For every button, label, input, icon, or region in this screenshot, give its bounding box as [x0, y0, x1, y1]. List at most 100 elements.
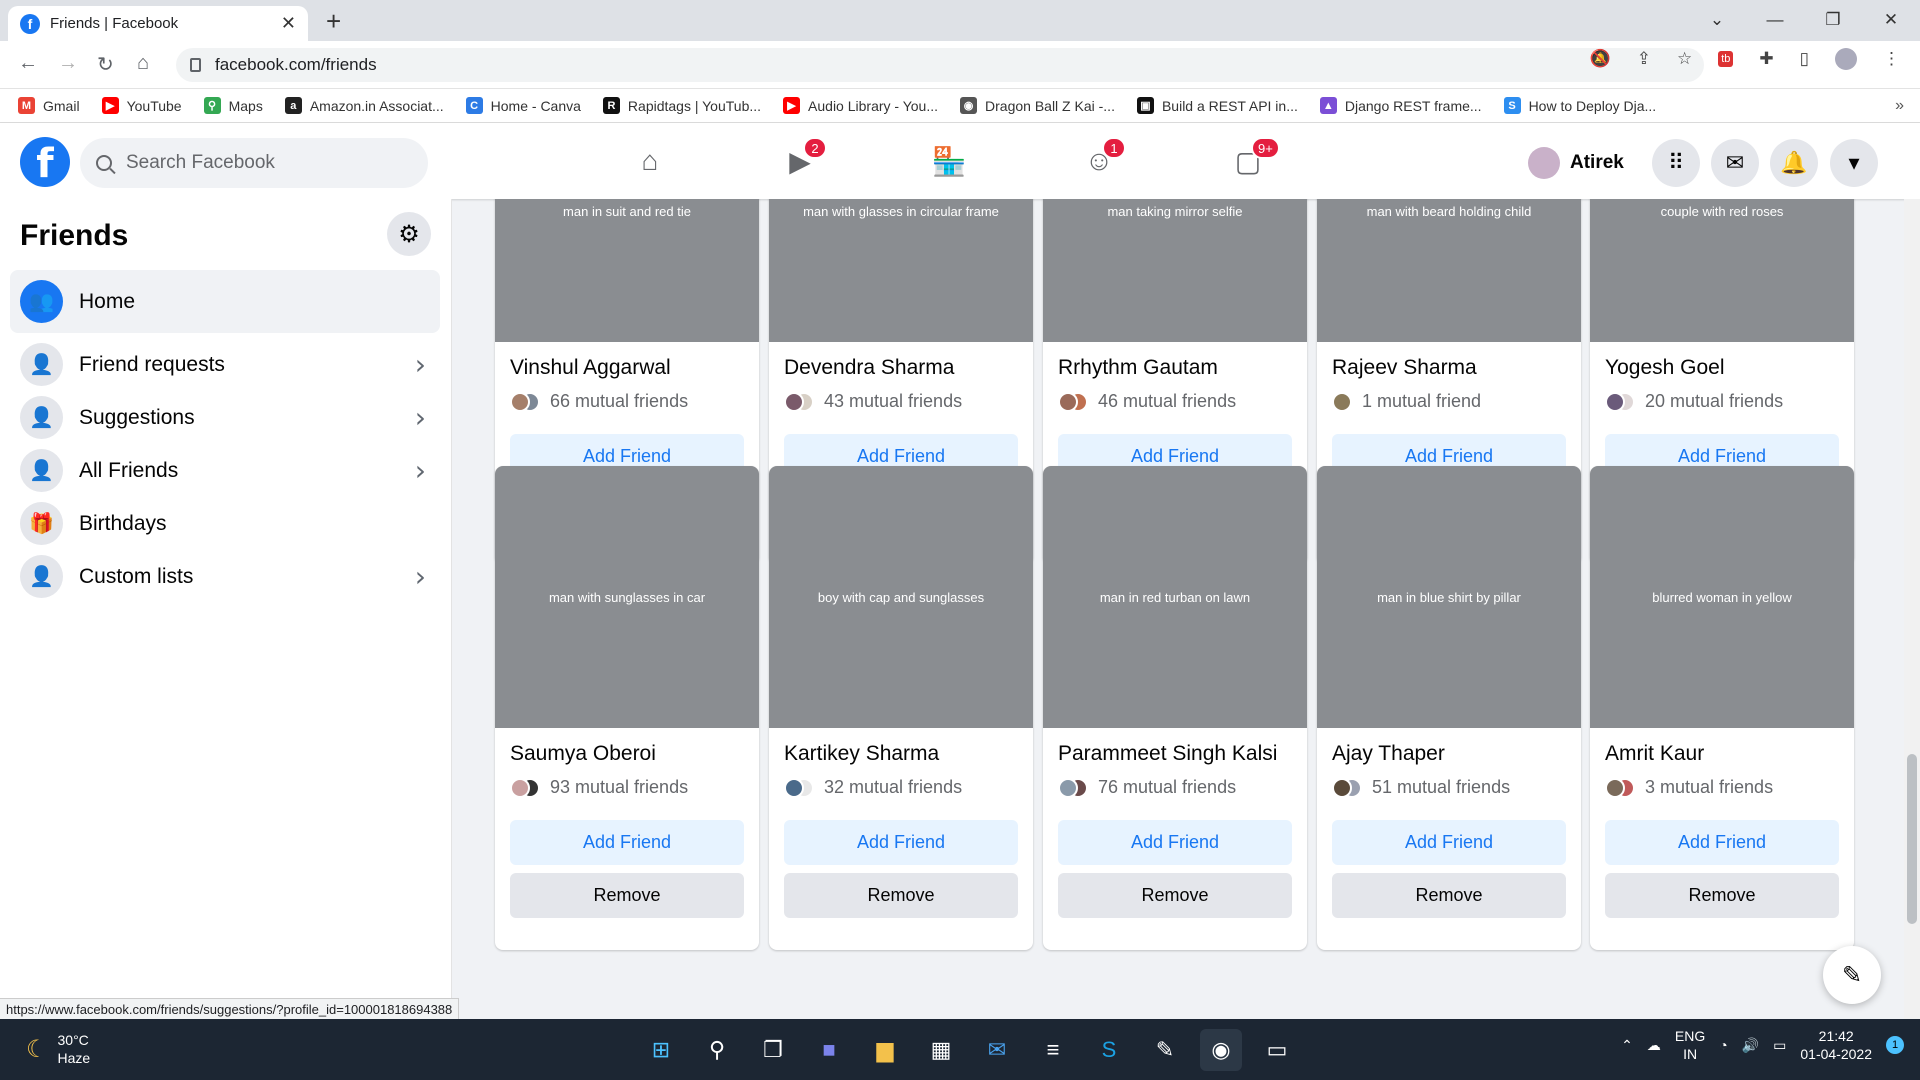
remove-button[interactable]: Remove [784, 873, 1018, 918]
mutual-friends[interactable]: 20 mutual friends [1605, 391, 1783, 412]
mutual-friends[interactable]: 3 mutual friends [1605, 777, 1773, 798]
extensions-puzzle-icon[interactable]: ✚ [1759, 49, 1773, 69]
close-tab-icon[interactable]: ✕ [281, 13, 296, 34]
mutual-friends[interactable]: 43 mutual friends [784, 391, 962, 412]
new-tab-icon[interactable]: + [326, 6, 341, 37]
minimize-icon[interactable]: — [1746, 0, 1804, 40]
mail-icon[interactable]: ✉ [976, 1029, 1018, 1071]
bookmark-item[interactable]: ◉ Dragon Ball Z Kai -... [960, 97, 1115, 114]
bookmark-item[interactable]: C Home - Canva [465, 97, 581, 114]
profile-photo[interactable]: boy with cap and sunglasses [769, 466, 1033, 728]
mutual-friends[interactable]: 76 mutual friends [1058, 777, 1236, 798]
mutual-friends[interactable]: 93 mutual friends [510, 777, 688, 798]
mutual-friends[interactable]: 46 mutual friends [1058, 391, 1236, 412]
bookmark-star-icon[interactable]: ☆ [1677, 49, 1692, 69]
friend-name[interactable]: Yogesh Goel [1605, 356, 1725, 380]
mutual-friends[interactable]: 32 mutual friends [784, 777, 962, 798]
settings-gear-icon[interactable]: ⚙ [387, 212, 431, 256]
add-friend-button[interactable]: Add Friend [784, 820, 1018, 865]
friend-card[interactable]: blurred woman in yellow Amrit Kaur 3 mutua… [1590, 466, 1854, 950]
search-icon[interactable]: ⚲ [696, 1029, 738, 1071]
side-panel-icon[interactable]: ▯ [1800, 49, 1809, 69]
url-field[interactable]: facebook.com/friends [176, 48, 1704, 82]
skype-icon[interactable]: S [1088, 1029, 1130, 1071]
marketplace-nav-icon[interactable]: 🏪 [922, 135, 976, 187]
home-icon[interactable]: ⌂ [137, 52, 149, 75]
friend-name[interactable]: Parammeet Singh Kalsi [1058, 742, 1277, 766]
tab-search-icon[interactable]: ⌄ [1688, 0, 1746, 40]
friend-name[interactable]: Vinshul Aggarwal [510, 356, 671, 380]
battery-icon[interactable]: ▭ [1773, 1037, 1786, 1054]
bookmark-item[interactable]: ⚲ Maps [203, 97, 263, 114]
bookmark-item[interactable]: M Gmail [18, 97, 80, 114]
bookmark-item[interactable]: S How to Deploy Dja... [1503, 97, 1656, 114]
onedrive-icon[interactable]: ☁ [1647, 1037, 1661, 1054]
chrome-icon[interactable]: ◉ [1200, 1029, 1242, 1071]
start-windows-icon[interactable]: ⊞ [640, 1029, 682, 1071]
notification-count-icon[interactable]: 1 [1886, 1036, 1904, 1054]
terminal-icon[interactable]: ▭ [1256, 1029, 1298, 1071]
friend-name[interactable]: Saumya Oberoi [510, 742, 656, 766]
bookmark-item[interactable]: ▲ Django REST frame... [1319, 97, 1482, 114]
groups-nav-icon[interactable]: ☺ 1 [1072, 135, 1126, 187]
add-friend-button[interactable]: Add Friend [1058, 820, 1292, 865]
task-view-icon[interactable]: ❐ [752, 1029, 794, 1071]
file-explorer-icon[interactable]: ▆ [864, 1029, 906, 1071]
profile-photo[interactable]: man with glasses in circular frame [769, 199, 1033, 342]
new-message-compose-icon[interactable]: ✎ [1823, 946, 1881, 1004]
bookmark-item[interactable]: R Rapidtags | YouTub... [602, 97, 761, 114]
profile-shortcut[interactable]: Atirek [1528, 143, 1624, 183]
mutual-friends[interactable]: 51 mutual friends [1332, 777, 1510, 798]
account-dropdown-icon[interactable]: ▾ [1830, 139, 1878, 187]
profile-photo[interactable]: man with sunglasses in car [495, 466, 759, 728]
profile-photo[interactable]: couple with red roses [1590, 199, 1854, 342]
bookmark-item[interactable]: a Amazon.in Associat... [284, 97, 444, 114]
sidebar-item-home[interactable]: 👥 Home [10, 270, 440, 333]
back-icon[interactable]: ← [18, 52, 38, 75]
profile-photo[interactable]: man in blue shirt by pillar [1317, 466, 1581, 728]
weather-widget[interactable]: ☾ 30°C Haze [26, 1031, 90, 1067]
notepad-icon[interactable]: ✎ [1144, 1029, 1186, 1071]
notifications-blocked-icon[interactable]: 🔕 [1590, 49, 1611, 69]
volume-icon[interactable]: 🔊 [1742, 1037, 1759, 1054]
friend-card[interactable]: boy with cap and sunglasses Kartikey Shar… [769, 466, 1033, 950]
bookmark-item[interactable]: ▶ YouTube [101, 97, 182, 114]
add-friend-button[interactable]: Add Friend [1332, 820, 1566, 865]
search-input[interactable]: Search Facebook [80, 138, 428, 188]
profile-photo[interactable]: blurred woman in yellow [1590, 466, 1854, 728]
bookmarks-overflow-icon[interactable]: » [1895, 97, 1904, 115]
show-hidden-icons-icon[interactable]: ⌃ [1621, 1037, 1633, 1054]
friend-name[interactable]: Devendra Sharma [784, 356, 954, 380]
friend-name[interactable]: Ajay Thaper [1332, 742, 1445, 766]
home-nav-icon[interactable]: ⌂ [623, 135, 677, 187]
facebook-logo-icon[interactable]: f [20, 137, 70, 187]
bookmark-item[interactable]: ▶ Audio Library - You... [783, 97, 938, 114]
lock-icon[interactable] [190, 58, 201, 72]
notifications-bell-icon[interactable]: 🔔 [1770, 139, 1818, 187]
forward-icon[interactable]: → [58, 52, 78, 75]
wifi-icon[interactable]: ◔ [1719, 1037, 1727, 1053]
microsoft-store-icon[interactable]: ▦ [920, 1029, 962, 1071]
mutual-friends[interactable]: 1 mutual friend [1332, 391, 1481, 412]
friend-name[interactable]: Amrit Kaur [1605, 742, 1704, 766]
scrollbar[interactable] [1904, 199, 1920, 1019]
browser-tab[interactable]: f Friends | Facebook ✕ [8, 6, 308, 41]
profile-photo[interactable]: man in suit and red tie [495, 199, 759, 342]
remove-button[interactable]: Remove [510, 873, 744, 918]
bookmark-item[interactable]: ▣ Build a REST API in... [1136, 97, 1298, 114]
remove-button[interactable]: Remove [1058, 873, 1292, 918]
share-icon[interactable]: ⇪ [1637, 49, 1651, 69]
chrome-menu-icon[interactable]: ⋮ [1883, 49, 1900, 69]
extension-tubebuddy-icon[interactable]: tb [1718, 51, 1734, 67]
language-indicator[interactable]: ENG IN [1675, 1027, 1705, 1063]
friend-name[interactable]: Rajeev Sharma [1332, 356, 1477, 380]
sidebar-item-custom-lists[interactable]: 👤 Custom lists › [10, 545, 440, 608]
watch-nav-icon[interactable]: ▶ 2 [773, 135, 827, 187]
profile-photo[interactable]: man in red turban on lawn [1043, 466, 1307, 728]
friend-card[interactable]: man in blue shirt by pillar Ajay Thaper 51… [1317, 466, 1581, 950]
close-window-icon[interactable]: ✕ [1862, 0, 1920, 40]
clock[interactable]: 21:42 01-04-2022 [1800, 1027, 1872, 1063]
database-icon[interactable]: ≡ [1032, 1029, 1074, 1071]
mutual-friends[interactable]: 66 mutual friends [510, 391, 688, 412]
remove-button[interactable]: Remove [1605, 873, 1839, 918]
